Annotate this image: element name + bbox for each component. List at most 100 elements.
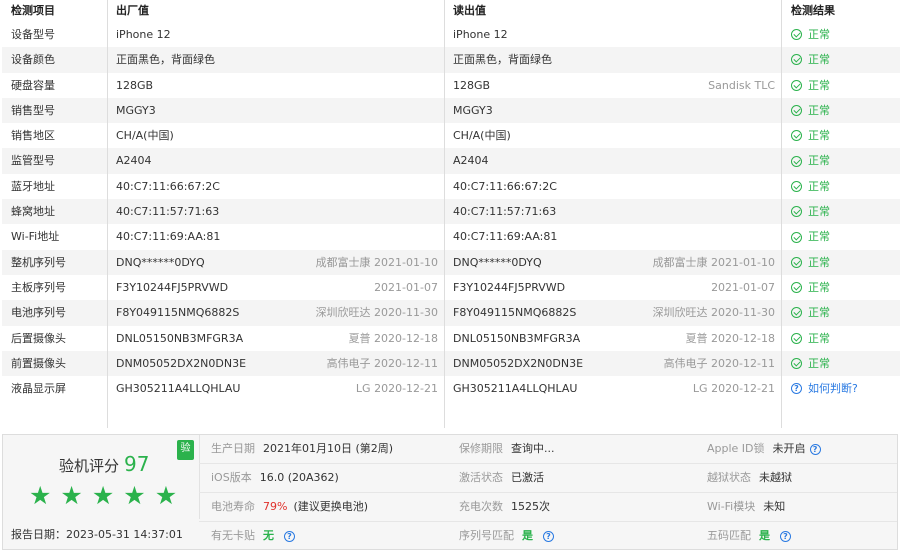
- read-note: Sandisk TLC: [708, 78, 775, 92]
- read-value: 40:C7:11:69:AA:81: [453, 230, 558, 244]
- factory-value: CH/A(中国): [116, 129, 174, 143]
- info-cell: 五码匹配是?: [695, 522, 897, 550]
- info-label: 保修期限: [459, 442, 503, 455]
- factory-cell: DNL05150NB3MFGR3A 夏普 2020-12-18: [108, 325, 445, 351]
- item-name: 监管型号: [2, 148, 108, 174]
- read-value: iPhone 12: [453, 28, 508, 41]
- info-cell: 有无卡贴无?: [199, 522, 447, 550]
- info-label: Wi-Fi模块: [707, 500, 756, 513]
- check-circle-icon: [791, 180, 802, 192]
- info-row: 有无卡贴无? 序列号匹配是? 五码匹配是?: [199, 522, 897, 550]
- info-value-ok: 无: [263, 529, 274, 542]
- table-row: 监管型号 A2404 A2404 正常: [2, 148, 900, 174]
- read-value: 正面黑色，背面绿色: [453, 53, 552, 67]
- read-cell: F8Y049115NMQ6882S 深圳欣旺达 2020-11-30: [445, 300, 782, 326]
- info-label: 电池寿命: [211, 500, 255, 513]
- read-cell: GH305211A4LLQHLAU LG 2020-12-21: [445, 376, 782, 402]
- check-circle-icon: [791, 29, 802, 41]
- result-cell: 正常: [782, 22, 900, 47]
- score-card: 验机评分 97 验 ★ ★ ★ ★ ★: [3, 435, 200, 519]
- check-circle-icon: [791, 256, 802, 268]
- status-ok: 正常: [791, 47, 830, 72]
- info-value: (建议更换电池): [293, 500, 369, 513]
- info-label: iOS版本: [211, 471, 252, 484]
- question-icon[interactable]: ?: [809, 443, 821, 455]
- star-rating: ★ ★ ★ ★ ★: [29, 483, 177, 508]
- table-row: 整机序列号 DNQ******0DYQ 成都富士康 2021-01-10 DNQ***…: [2, 249, 900, 275]
- info-value: 16.0 (20A362): [259, 471, 339, 484]
- factory-cell: F3Y10244FJ5PRVWD 2021-01-07: [108, 274, 445, 301]
- factory-cell: DNM05052DX2N0DN3E 高伟电子 2020-12-11: [108, 350, 445, 377]
- factory-value: 40:C7:11:66:67:2C: [116, 179, 220, 193]
- table-row: 主板序列号 F3Y10244FJ5PRVWD 2021-01-07 F3Y10244F…: [2, 274, 900, 301]
- verified-badge: 验: [177, 440, 194, 460]
- status-ok: 正常: [791, 98, 830, 123]
- score-label: 验机评分: [59, 457, 120, 475]
- info-cell: 电池寿命 79% (建议更换电池): [199, 493, 447, 521]
- item-name: 电池序列号: [2, 300, 108, 326]
- info-value-ok: 是: [522, 529, 533, 542]
- info-value: 2021年01月10日 (第2周): [263, 442, 394, 455]
- read-cell: iPhone 12: [445, 22, 782, 48]
- table-row: 蓝牙地址 40:C7:11:66:67:2C 40:C7:11:66:67:2C 正常: [2, 173, 900, 200]
- check-circle-icon: [791, 206, 802, 218]
- info-value-warning: 79%: [263, 500, 288, 513]
- info-value-ok: 是: [759, 529, 770, 542]
- item-name: 硬盘容量: [2, 72, 108, 98]
- table-row: 前置摄像头 DNM05052DX2N0DN3E 高伟电子 2020-12-11 DNM…: [2, 350, 900, 377]
- read-cell: 40:C7:11:66:67:2C: [445, 173, 782, 200]
- item-name: 蜂窝地址: [2, 199, 108, 225]
- status-label: 正常: [808, 78, 830, 92]
- table-row: Wi-Fi地址 40:C7:11:69:AA:81 40:C7:11:69:AA:8…: [2, 224, 900, 250]
- item-name: 设备型号: [2, 22, 108, 48]
- factory-note: LG 2020-12-21: [355, 382, 438, 396]
- factory-value: F8Y049115NMQ6882S: [116, 306, 240, 320]
- empty-row: [2, 401, 900, 429]
- read-note: 夏普 2020-12-18: [685, 331, 775, 345]
- status-label: 正常: [808, 306, 830, 320]
- result-cell: 正常: [782, 174, 900, 199]
- check-circle-icon: [791, 282, 802, 294]
- read-cell: 128GB Sandisk TLC: [445, 72, 782, 98]
- result-cell: 正常: [782, 326, 900, 351]
- read-value: 40:C7:11:66:67:2C: [453, 179, 557, 193]
- table-row: 销售型号 MGGY3 MGGY3 正常: [2, 97, 900, 124]
- status-label: 正常: [808, 356, 830, 370]
- question-icon[interactable]: ?: [284, 530, 295, 542]
- read-cell: MGGY3: [445, 97, 782, 124]
- read-cell: 40:C7:11:57:71:63: [445, 199, 782, 225]
- item-name: 销售型号: [2, 97, 108, 124]
- factory-value: F3Y10244FJ5PRVWD: [116, 280, 229, 294]
- help-link[interactable]: ? 如何判断?: [791, 376, 858, 401]
- factory-cell: F8Y049115NMQ6882S 深圳欣旺达 2020-11-30: [108, 300, 445, 326]
- status-ok: 正常: [791, 300, 830, 325]
- factory-value: MGGY3: [116, 103, 156, 117]
- read-cell: F3Y10244FJ5PRVWD 2021-01-07: [445, 274, 782, 301]
- item-name: 后置摄像头: [2, 325, 108, 351]
- question-icon[interactable]: ?: [780, 530, 791, 542]
- info-label: 激活状态: [459, 471, 503, 484]
- factory-value: 40:C7:11:69:AA:81: [116, 230, 221, 244]
- header-item: 检测项目: [2, 0, 108, 22]
- info-cell: Apple ID锁 未开启?: [695, 435, 897, 463]
- factory-cell: 40:C7:11:69:AA:81: [108, 224, 445, 250]
- check-circle-icon: [791, 358, 802, 369]
- item-name: 设备颜色: [2, 47, 108, 73]
- table-row: 蜂窝地址 40:C7:11:57:71:63 40:C7:11:57:71:63 正常: [2, 199, 900, 225]
- score-title: 验机评分 97: [59, 452, 149, 476]
- status-label: 正常: [808, 103, 830, 117]
- status-label: 正常: [808, 28, 830, 41]
- read-value: 40:C7:11:57:71:63: [453, 205, 557, 219]
- factory-cell: 正面黑色，背面绿色: [108, 47, 445, 73]
- status-label: 正常: [808, 230, 830, 244]
- status-label: 正常: [808, 280, 830, 294]
- read-value: CH/A(中国): [453, 129, 511, 143]
- info-label: Apple ID锁: [707, 442, 765, 455]
- factory-note: 深圳欣旺达 2020-11-30: [315, 306, 438, 320]
- read-value: A2404: [453, 154, 489, 168]
- check-circle-icon: [791, 307, 802, 319]
- info-cell: Wi-Fi模块 未知: [695, 493, 897, 521]
- read-value: F3Y10244FJ5PRVWD: [453, 280, 566, 294]
- read-note: 成都富士康 2021-01-10: [652, 255, 775, 269]
- question-icon[interactable]: ?: [543, 530, 554, 542]
